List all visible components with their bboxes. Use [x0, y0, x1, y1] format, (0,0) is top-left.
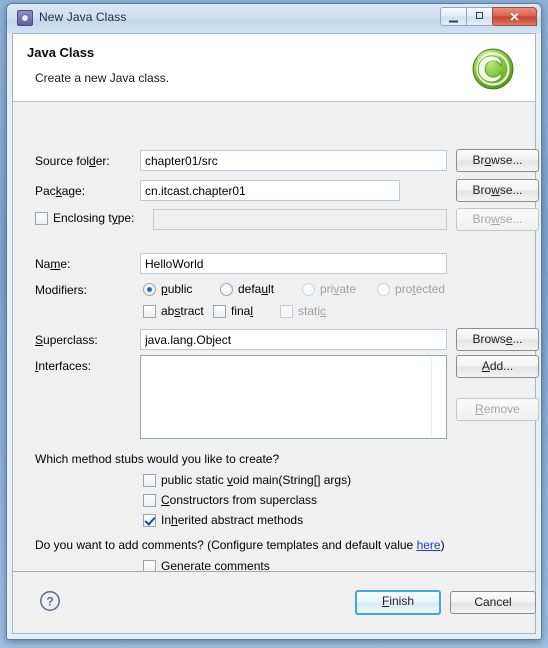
window-title: New Java Class	[39, 10, 127, 24]
interfaces-label: Interfaces:	[35, 359, 92, 373]
modifier-label-default: default	[238, 282, 275, 296]
cancel-button[interactable]: Cancel	[450, 591, 536, 614]
form-area: Source folder: Browse... Package: Browse…	[13, 102, 539, 573]
enclosing-type-input[interactable]	[153, 209, 447, 230]
help-icon[interactable]: ?	[39, 590, 61, 612]
dialog-body: Source folder: Browse... Package: Browse…	[13, 102, 539, 633]
stub-label-main-method: public static void main(String[] args)	[161, 473, 352, 487]
name-label: Name:	[35, 257, 71, 271]
package-input[interactable]	[140, 180, 400, 201]
stub-checkbox-inherited-abstract[interactable]	[143, 514, 156, 527]
green-c-class-icon	[472, 48, 514, 90]
configure-templates-link[interactable]: here	[417, 538, 441, 552]
stub-label-constructors: Constructors from superclass	[161, 493, 318, 507]
method-stubs-question: Which method stubs would you like to cre…	[35, 452, 280, 466]
screenshot-root: New Java Class ✕ Java Class Create a new…	[0, 0, 548, 648]
enclosing-type-label: Enclosing type:	[53, 211, 135, 225]
modifier-label-final: final	[231, 304, 254, 318]
modifiers-label: Modifiers:	[35, 283, 88, 297]
new-java-class-dialog: New Java Class ✕ Java Class Create a new…	[6, 3, 542, 640]
modifier-checkbox-static[interactable]	[280, 305, 293, 318]
modifier-label-private: private	[320, 282, 357, 296]
stub-checkbox-main-method[interactable]	[143, 474, 156, 487]
superclass-input[interactable]	[140, 329, 447, 350]
package-browse-button[interactable]: Browse...	[456, 179, 539, 202]
interfaces-remove-button[interactable]: Remove	[456, 398, 539, 421]
modifier-radio-default[interactable]	[220, 283, 233, 296]
page-title: Java Class	[27, 45, 95, 60]
interfaces-list-scrollbar[interactable]	[431, 357, 445, 437]
modifier-checkbox-abstract[interactable]	[143, 305, 156, 318]
dialog-content-frame: Java Class Create a new Java class. Sour…	[12, 33, 539, 634]
maximize-button[interactable]	[466, 7, 493, 26]
page-subtitle: Create a new Java class.	[35, 71, 170, 85]
source-folder-label: Source folder:	[35, 154, 110, 168]
interfaces-add-button[interactable]: Add...	[456, 355, 539, 378]
modifier-label-protected: protected	[395, 282, 446, 296]
name-input[interactable]	[140, 253, 447, 274]
finish-button[interactable]: Finish	[355, 590, 441, 615]
wizard-header: Java Class Create a new Java class.	[13, 34, 535, 102]
modifier-radio-protected[interactable]	[377, 283, 390, 296]
enclosing-type-browse-button[interactable]: Browse...	[456, 208, 539, 231]
source-folder-browse-button[interactable]: Browse...	[456, 149, 539, 172]
enclosing-type-checkbox[interactable]	[35, 212, 48, 225]
superclass-browse-button[interactable]: Browse...	[456, 328, 539, 351]
modifier-checkbox-final[interactable]	[213, 305, 226, 318]
close-button[interactable]: ✕	[492, 7, 537, 26]
source-folder-input[interactable]	[140, 150, 447, 171]
superclass-label: Superclass:	[35, 333, 98, 347]
java-class-wizard-icon	[17, 10, 33, 26]
modifier-label-public: public	[161, 282, 193, 296]
maximize-icon	[467, 11, 492, 22]
comments-question: Do you want to add comments? (Configure …	[35, 538, 445, 552]
button-bar-divider	[13, 571, 535, 572]
stub-checkbox-constructors[interactable]	[143, 494, 156, 507]
minimize-button[interactable]	[440, 7, 467, 26]
window-controls: ✕	[440, 7, 537, 26]
close-icon: ✕	[509, 9, 520, 24]
stub-label-inherited-abstract: Inherited abstract methods	[161, 513, 304, 527]
modifier-radio-public[interactable]	[143, 283, 156, 296]
minimize-icon	[441, 14, 466, 25]
title-bar: New Java Class ✕	[7, 4, 541, 33]
interfaces-list[interactable]	[140, 355, 447, 439]
package-label: Package:	[35, 184, 86, 198]
svg-text:?: ?	[46, 594, 53, 608]
modifier-radio-private[interactable]	[302, 283, 315, 296]
modifier-label-static: static	[298, 304, 327, 318]
modifier-label-abstract: abstract	[161, 304, 204, 318]
dialog-button-bar: ? Finish Cancel	[13, 571, 536, 633]
